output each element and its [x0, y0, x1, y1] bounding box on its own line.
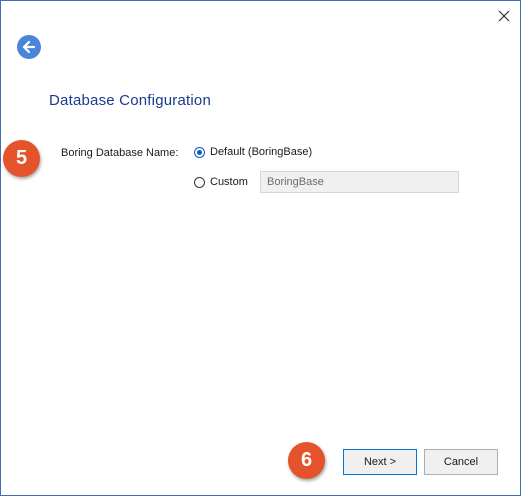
- radio-custom-label: Custom: [210, 176, 248, 188]
- setup-dialog: Database Configuration 5 Boring Database…: [0, 0, 521, 496]
- custom-db-name-input[interactable]: [260, 171, 459, 193]
- radio-button-checked[interactable]: [194, 146, 205, 158]
- step-badge-5: 5: [3, 140, 40, 177]
- db-name-label: Boring Database Name:: [61, 147, 179, 159]
- next-button[interactable]: Next >: [343, 449, 417, 475]
- radio-custom-option[interactable]: Custom: [194, 176, 248, 188]
- radio-button-unchecked[interactable]: [194, 176, 205, 188]
- radio-default-label: Default (BoringBase): [210, 146, 313, 158]
- cancel-button[interactable]: Cancel: [424, 449, 498, 475]
- radio-default-option[interactable]: Default (BoringBase): [194, 146, 312, 158]
- close-button[interactable]: [496, 8, 512, 24]
- close-icon: [498, 10, 510, 22]
- back-button[interactable]: [17, 35, 41, 59]
- page-title: Database Configuration: [49, 92, 212, 109]
- step-badge-6: 6: [288, 442, 325, 479]
- arrow-left-icon: [22, 40, 36, 54]
